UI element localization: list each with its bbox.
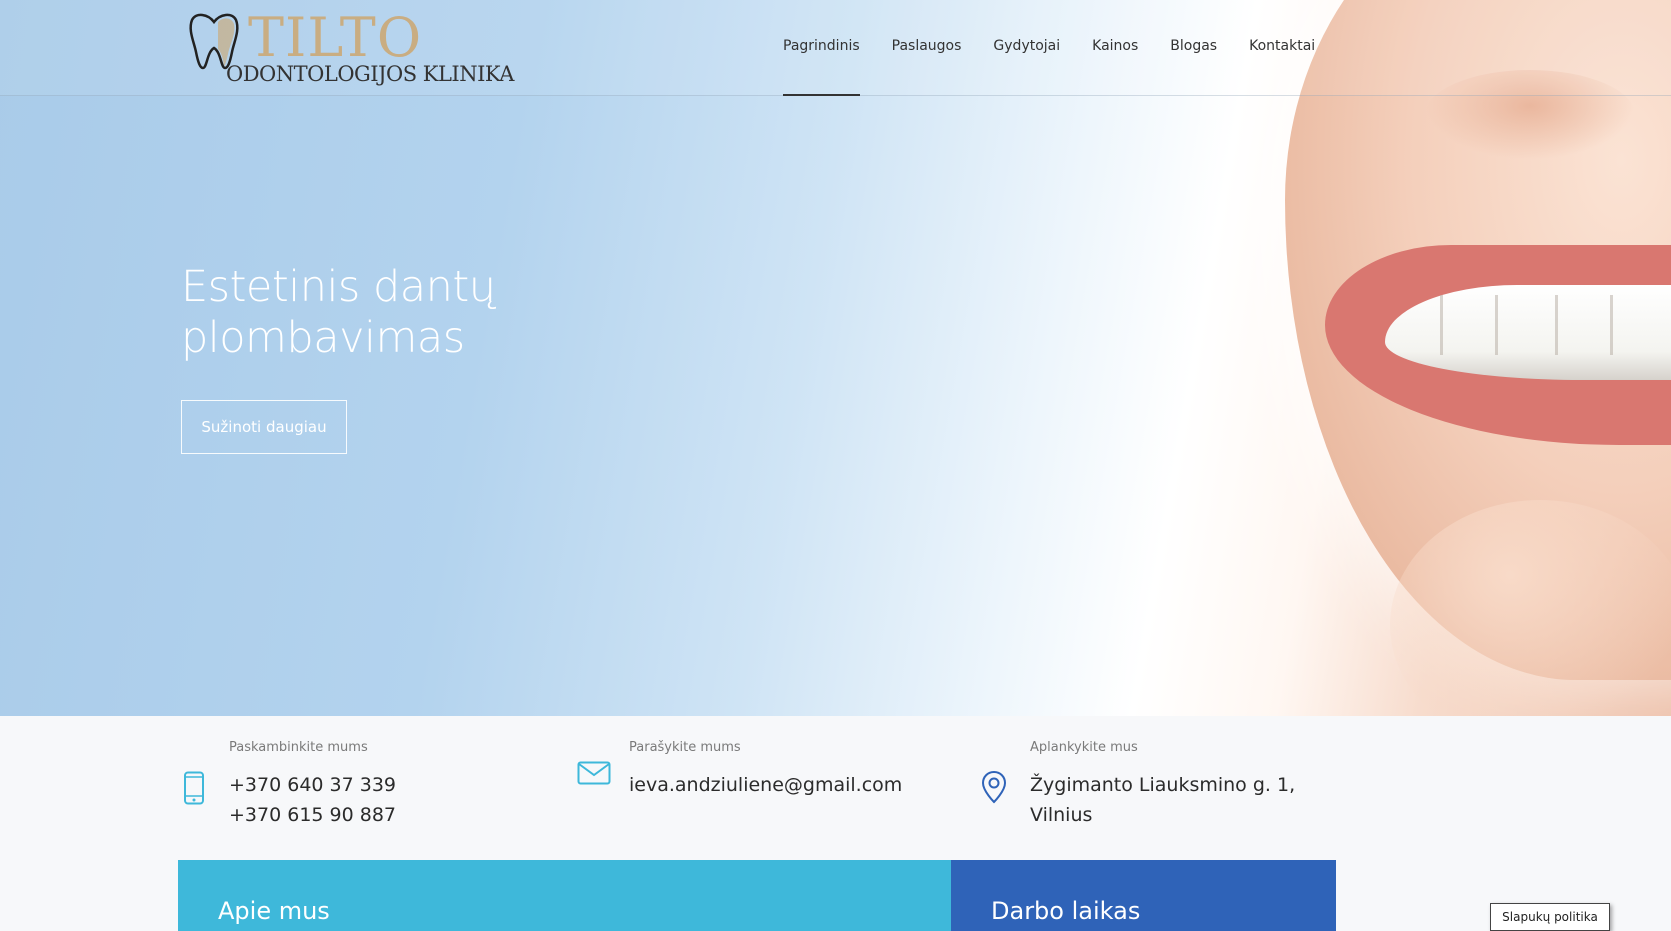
cookie-policy-button[interactable]: Slapukų politika: [1490, 903, 1610, 931]
site-logo[interactable]: TILTO ODONTOLOGIJOS KLINIKA: [188, 6, 528, 91]
contact-email-label: Parašykite mums: [629, 740, 741, 755]
contact-email-value[interactable]: ieva.andziuliene@gmail.com: [629, 770, 902, 800]
nav-item-kainos[interactable]: Kainos: [1092, 0, 1138, 96]
location-pin-icon: [981, 770, 1007, 804]
phone-number-2[interactable]: +370 615 90 887: [229, 800, 396, 830]
hero-tooth-gap: [1440, 295, 1443, 355]
address-line-2: Vilnius: [1030, 804, 1093, 826]
hero-title: Estetinis dantų plombavimas: [181, 262, 681, 364]
mail-icon: [577, 761, 611, 785]
hero-title-line1: Estetinis dantų: [181, 262, 496, 312]
phone-icon: [184, 771, 204, 805]
site-header: TILTO ODONTOLOGIJOS KLINIKA Pagrindinis …: [0, 0, 1671, 96]
hero-tooth-gap: [1555, 295, 1558, 355]
phone-number-1[interactable]: +370 640 37 339: [229, 770, 396, 800]
contact-phone-label: Paskambinkite mums: [229, 740, 368, 755]
logo-subtitle: ODONTOLOGIJOS KLINIKA: [226, 62, 514, 86]
tooth-logo-icon: [189, 13, 239, 70]
contact-phone-numbers: +370 640 37 339 +370 615 90 887: [229, 770, 396, 830]
nav-item-paslaugos[interactable]: Paslaugos: [892, 0, 962, 96]
learn-more-button[interactable]: Sužinoti daugiau: [181, 400, 347, 454]
nav-item-kontaktai[interactable]: Kontaktai: [1249, 0, 1315, 96]
hero-face-teeth: [1385, 285, 1671, 380]
contact-address-value: Žygimanto Liauksmino g. 1, Vilnius: [1030, 770, 1295, 830]
nav-item-blogas[interactable]: Blogas: [1170, 0, 1217, 96]
about-panel: Apie mus: [178, 860, 951, 931]
about-title: Apie mus: [218, 897, 330, 925]
hero-title-line2: plombavimas: [181, 313, 465, 363]
contact-address-label: Aplankykite mus: [1030, 740, 1138, 755]
nav-item-pagrindinis[interactable]: Pagrindinis: [783, 0, 860, 96]
hero-banner: Estetinis dantų plombavimas Sužinoti dau…: [0, 0, 1671, 716]
hero-tooth-gap: [1610, 295, 1613, 355]
contact-strip: Paskambinkite mums +370 640 37 339 +370 …: [0, 716, 1671, 860]
nav-item-gydytojai[interactable]: Gydytojai: [993, 0, 1060, 96]
address-line-1: Žygimanto Liauksmino g. 1,: [1030, 774, 1296, 796]
hours-panel: Darbo laikas: [951, 860, 1336, 931]
hero-tooth-gap: [1495, 295, 1498, 355]
hours-title: Darbo laikas: [991, 897, 1141, 925]
main-nav: Pagrindinis Paslaugos Gydytojai Kainos B…: [783, 0, 1347, 96]
logo-wordmark: TILTO: [248, 6, 423, 69]
